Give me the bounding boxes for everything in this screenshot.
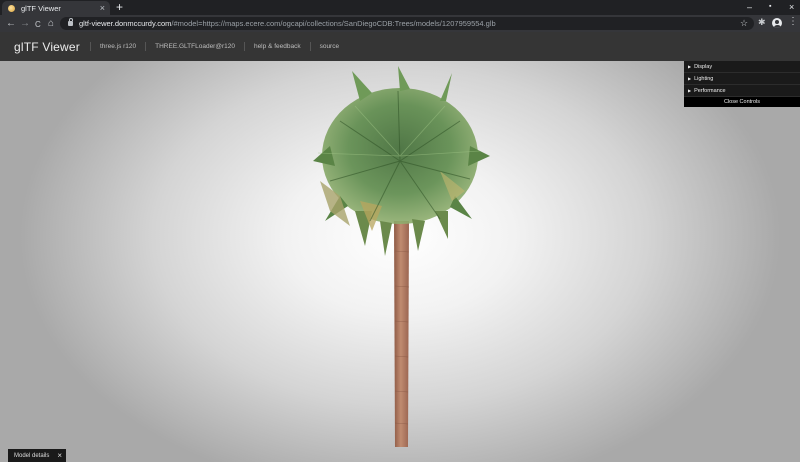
folder-display-label: Display [694,63,713,70]
star-icon[interactable]: ☆ [740,18,748,29]
controls-panel: ▶ Display ▶ Lighting ▶ Performance Close… [684,61,800,107]
url-text: gltf-viewer.donmccurdy.com/#model=https:… [79,19,496,28]
close-controls-button[interactable]: Close Controls [684,97,800,107]
caret-right-icon: ▶ [688,88,692,93]
app-header: glTF Viewer three.js r120 THREE.GLTFLoad… [0,32,800,61]
favicon-icon [8,4,15,12]
forward-button[interactable]: → [20,18,30,29]
puzzle-icon[interactable]: ✱ [758,17,766,28]
folder-performance[interactable]: ▶ Performance [684,85,800,97]
close-window-button[interactable]: × [789,2,794,12]
link-gltfloader[interactable]: THREE.GLTFLoader@r120 [145,42,244,51]
reload-button[interactable]: C [35,19,41,30]
close-icon[interactable]: × [57,451,62,460]
minimize-button[interactable]: – [747,2,752,12]
maximize-button[interactable]: ▪ [769,2,771,12]
lock-icon [68,18,73,26]
home-button[interactable]: ⌂ [48,18,54,29]
tab-title: glTF Viewer [21,3,61,13]
back-button[interactable]: ← [6,18,16,29]
palm-tree-model [313,66,490,447]
link-help-feedback[interactable]: help & feedback [243,42,310,51]
browser-tabstrip: glTF Viewer × + – ▪ × [0,0,800,15]
kebab-menu-icon[interactable]: ⋮ [788,17,798,27]
model-viewport[interactable] [0,61,800,462]
link-threejs[interactable]: three.js r120 [90,42,145,51]
caret-right-icon: ▶ [688,64,692,69]
tree-trunk [394,221,409,447]
browser-tab[interactable]: glTF Viewer × [2,1,110,15]
profile-icon[interactable] [772,18,782,28]
folder-display[interactable]: ▶ Display [684,61,800,73]
folder-lighting[interactable]: ▶ Lighting [684,73,800,85]
folder-lighting-label: Lighting [694,75,714,82]
folder-performance-label: Performance [694,87,726,94]
browser-toolbar: ← → C ⌂ gltf-viewer.donmccurdy.com/#mode… [0,15,800,32]
tab-close-icon[interactable]: × [100,3,105,13]
link-source[interactable]: source [309,42,349,51]
app-title: glTF Viewer [14,39,80,54]
model-details-label: Model details [14,452,50,459]
address-bar[interactable]: gltf-viewer.donmccurdy.com/#model=https:… [60,17,754,30]
caret-right-icon: ▶ [688,76,692,81]
new-tab-button[interactable]: + [116,1,123,13]
model-details-panel[interactable]: Model details × [8,449,66,462]
url-path: /#model=https://maps.ecere.com/ogcapi/co… [171,19,496,28]
url-host: gltf-viewer.donmccurdy.com [79,19,172,28]
